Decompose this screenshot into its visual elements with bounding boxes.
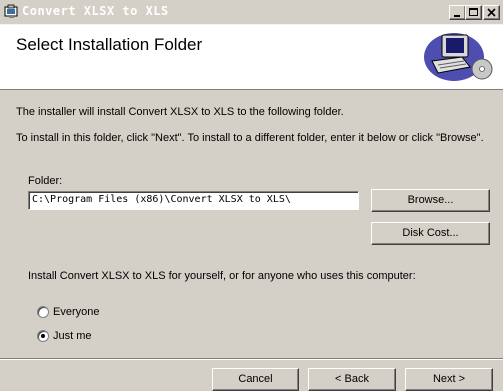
minimize-icon — [454, 15, 460, 17]
just-me-label[interactable]: Just me — [53, 330, 92, 342]
folder-path-input[interactable]: C:\Program Files (x86)\Convert XLSX to X… — [28, 191, 359, 210]
page-title: Select Installation Folder — [16, 35, 203, 54]
maximize-icon — [469, 8, 478, 16]
disk-cost-button[interactable]: Disk Cost... — [371, 222, 490, 245]
cancel-button[interactable]: Cancel — [212, 368, 299, 391]
next-button[interactable]: Next > — [405, 368, 493, 391]
close-icon — [487, 8, 496, 17]
instructions-text: To install in this folder, click "Next".… — [16, 132, 484, 144]
folder-label: Folder: — [28, 175, 63, 187]
header-banner: Select Installation Folder — [0, 25, 503, 90]
window-title: Convert XLSX to XLS — [22, 4, 169, 18]
installer-app-icon — [4, 4, 18, 18]
footer-separator-highlight — [0, 359, 503, 360]
everyone-label[interactable]: Everyone — [53, 306, 99, 318]
title-bar[interactable]: Convert XLSX to XLS — [0, 0, 503, 25]
radio-selected-dot — [41, 334, 45, 338]
minimize-button[interactable] — [449, 5, 466, 20]
install-for-text: Install Convert XLSX to XLS for yourself… — [28, 270, 416, 282]
computer-disc-icon — [424, 33, 493, 81]
everyone-radio[interactable] — [37, 306, 49, 318]
maximize-button[interactable] — [465, 5, 482, 20]
close-button[interactable] — [483, 5, 500, 20]
browse-button[interactable]: Browse... — [371, 189, 490, 212]
just-me-radio[interactable] — [37, 330, 49, 342]
intro-text: The installer will install Convert XLSX … — [16, 106, 344, 118]
back-button[interactable]: < Back — [308, 368, 396, 391]
